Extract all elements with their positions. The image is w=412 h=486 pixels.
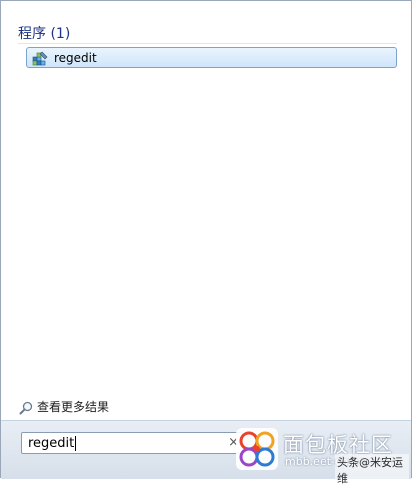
result-item-label: regedit xyxy=(54,50,97,65)
programs-section-heading: 程序 (1) xyxy=(18,26,71,42)
section-divider xyxy=(18,43,397,44)
search-input[interactable]: regedit × xyxy=(21,432,243,454)
watermark-badge: 头条@米安运维 xyxy=(335,454,409,486)
watermark: 面包板社区 mbb.eet-china.com 头条@米安运维 xyxy=(233,422,411,486)
see-more-results-link[interactable]: 查看更多结果 xyxy=(19,398,109,415)
result-item-regedit[interactable]: regedit xyxy=(26,47,397,68)
magnifier-icon xyxy=(19,400,33,414)
watermark-text: 面包板社区 mbb.eet-china.com 头条@米安运维 xyxy=(283,427,409,486)
start-menu-search-panel: 程序 (1) regedit 查看更多结果 regedit × 面包板社区 头条… xyxy=(0,0,412,486)
search-input-value: regedit xyxy=(28,435,77,451)
see-more-results-label: 查看更多结果 xyxy=(37,400,110,414)
watermark-logo-icon xyxy=(235,427,279,471)
registry-editor-icon xyxy=(32,50,48,66)
